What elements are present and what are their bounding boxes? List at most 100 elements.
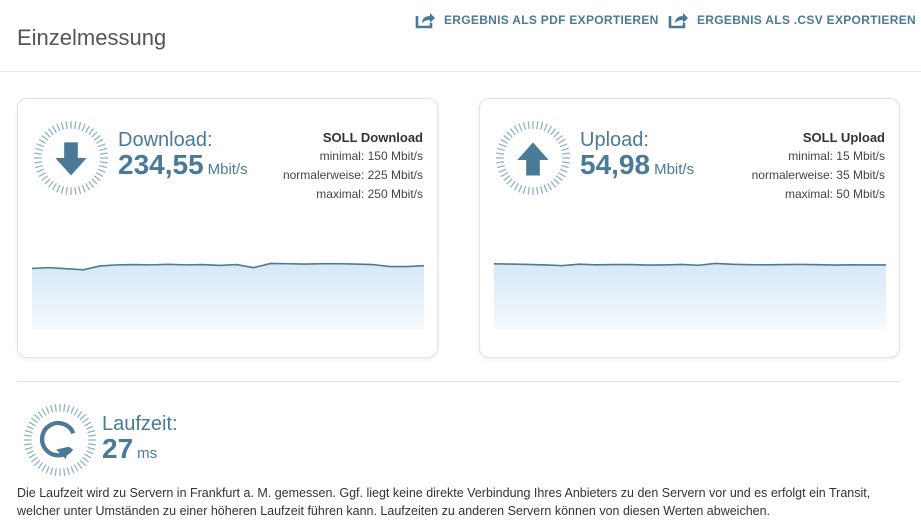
download-soll-minimal: minimal: 150 Mbit/s [319, 149, 423, 163]
gauge-tick [527, 186, 530, 195]
gauge-tick [555, 175, 563, 182]
gauge-tick [96, 138, 104, 144]
upload-value-row: 54,98 Mbit/s [580, 149, 694, 181]
gauge-tick [41, 175, 49, 182]
gauge-tick [509, 180, 516, 188]
download-gauge [33, 120, 109, 196]
upload-soll-title: SOLL Upload [802, 130, 885, 145]
gauge-tick [45, 466, 50, 474]
gauge-tick [496, 161, 505, 164]
gauge-tick [543, 123, 548, 132]
upload-chart [494, 262, 886, 329]
gauge-ticks [23, 403, 97, 477]
gauge-tick [66, 404, 70, 413]
gauge-tick [99, 161, 108, 164]
gauge-tick [550, 128, 557, 136]
gauge-tick [41, 464, 47, 472]
gauge-tick [81, 123, 86, 132]
gauge-tick [26, 450, 34, 455]
gauge-tick [30, 456, 38, 463]
gauge-tick [50, 467, 54, 476]
gauge-tick [497, 164, 505, 169]
gauge-tick [503, 134, 511, 141]
gauge-tick [73, 408, 79, 416]
download-soll: SOLL Download minimal: 150 Mbit/s normal… [283, 128, 423, 204]
export-csv-button[interactable]: ERGEBNIS ALS .CSV EXPORTIEREN [667, 10, 916, 30]
gauge-tick [558, 172, 566, 178]
ping-unit: ms [137, 445, 158, 462]
ping-gauge [23, 403, 97, 477]
gauge-tick [539, 122, 544, 130]
gauge-tick [88, 180, 95, 188]
reload-icon [40, 420, 76, 459]
gauge-tick [47, 128, 54, 136]
gauge-tick [76, 410, 83, 418]
gauge-tick [96, 172, 104, 178]
gauge-tick [99, 164, 107, 169]
gauge-tick [56, 123, 61, 132]
gauge-tick [84, 453, 92, 459]
gauge-tick [88, 443, 96, 446]
gauge-tick [65, 186, 68, 195]
gauge-tick [561, 161, 570, 164]
upload-soll-normal: normalerweise: 35 Mbit/s [751, 168, 885, 182]
gauge-tick [522, 186, 527, 194]
gauge-tick [60, 122, 65, 130]
gauge-tick [553, 131, 560, 138]
download-value: 234,55 [118, 149, 204, 180]
share-export-icon [415, 13, 435, 29]
gauge-tick [506, 178, 513, 185]
gauge-tick [85, 183, 91, 191]
gauge-tick [60, 186, 65, 194]
download-unit: Mbit/s [207, 161, 248, 178]
gauge-tick [553, 178, 560, 185]
gauge-tick [547, 125, 553, 133]
gauge-tick [24, 434, 32, 437]
share-export-icon [668, 13, 688, 29]
gauge-tick [51, 183, 57, 191]
upload-soll-maximal: maximal: 50 Mbit/s [784, 187, 885, 201]
gauge-tick [559, 168, 568, 173]
download-card: Download: 234,55 Mbit/s SOLL Download min… [17, 98, 438, 358]
gauge-tick [87, 430, 96, 434]
gauge-tick [497, 147, 505, 152]
gauge-tick [77, 186, 82, 194]
gauge-tick [539, 186, 544, 194]
gauge-tick [527, 121, 530, 130]
gauge-tick [54, 404, 57, 412]
gauge-tick [509, 128, 516, 136]
gauge-tick [66, 467, 70, 476]
gauge-tick [82, 417, 90, 424]
gauge-tick [561, 164, 569, 169]
export-pdf-button[interactable]: ERGEBNIS ALS PDF EXPORTIEREN [414, 10, 659, 30]
gauge-tick [84, 421, 92, 427]
gauge-tick [34, 459, 41, 466]
gauge-tick [506, 131, 513, 138]
gauge-tick [74, 186, 77, 195]
download-chart [32, 262, 424, 329]
gauge-tick [45, 406, 50, 414]
gauge-tick [34, 161, 43, 164]
gauge-tick [536, 186, 539, 195]
gauge-tick [73, 464, 79, 472]
gauge-tick [30, 417, 38, 424]
arrow-up-icon [517, 142, 549, 176]
gauge-tick [99, 152, 108, 155]
gauge-tick [28, 421, 36, 427]
gauge-tick [97, 168, 106, 173]
arrow-down-icon [55, 142, 87, 176]
gauge-tick [24, 443, 32, 446]
gauge-tick [547, 183, 553, 191]
gauge-tick [550, 180, 557, 188]
export-csv-label: ERGEBNIS ALS .CSV EXPORTIEREN [697, 13, 916, 27]
gauge-tick [91, 131, 98, 138]
upload-soll-minimal: minimal: 15 Mbit/s [788, 149, 885, 163]
upload-card: Upload: 54,98 Mbit/s SOLL Upload minimal:… [479, 98, 900, 358]
gauge-tick [498, 143, 507, 148]
gauge-tick [81, 184, 86, 193]
gauge-tick [41, 408, 47, 416]
gauge-tick [41, 134, 49, 141]
gauge-tick [38, 138, 46, 144]
gauge-tick [513, 183, 519, 191]
download-soll-normal: normalerweise: 225 Mbit/s [282, 168, 423, 182]
